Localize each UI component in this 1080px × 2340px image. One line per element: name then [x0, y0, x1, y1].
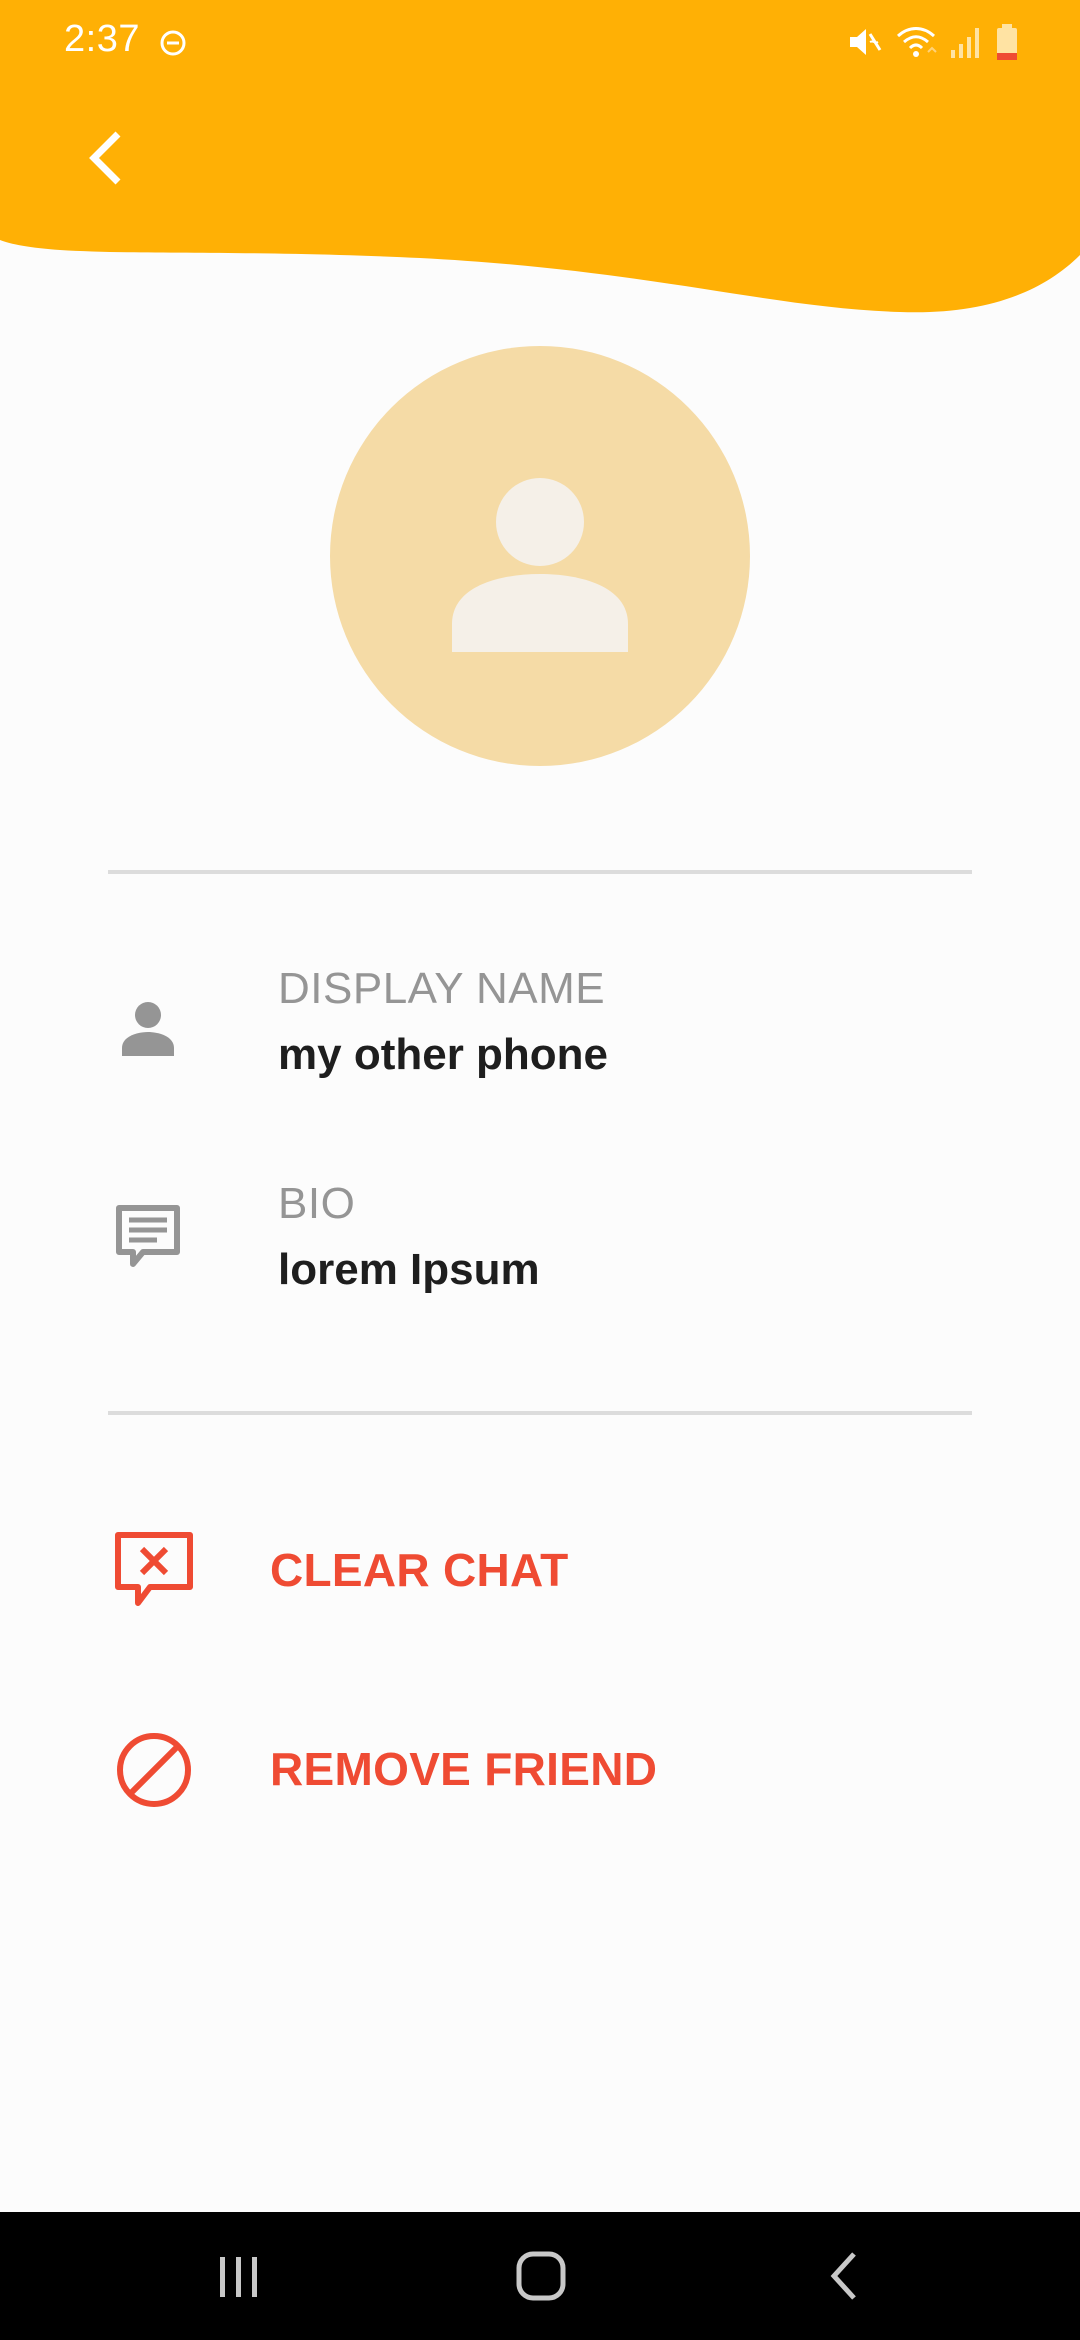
recents-icon	[220, 2257, 257, 2297]
display-name-row: DISPLAY NAME my other phone	[0, 960, 1080, 1100]
battery-low-icon	[997, 24, 1017, 60]
back-button[interactable]	[70, 122, 142, 194]
display-name-label: DISPLAY NAME	[278, 964, 606, 1013]
recents-button[interactable]	[194, 2236, 284, 2316]
home-button[interactable]	[496, 2236, 586, 2316]
bio-label: BIO	[278, 1179, 356, 1228]
message-icon	[116, 1205, 180, 1267]
divider	[108, 870, 972, 874]
system-back-button[interactable]	[800, 2236, 890, 2316]
do-not-disturb-icon	[160, 30, 186, 56]
bio-value: lorem Ipsum	[278, 1245, 540, 1294]
bio-icon-wrap	[110, 1200, 186, 1276]
remove-friend-button[interactable]: REMOVE FRIEND	[0, 1714, 1080, 1824]
chevron-left-icon	[89, 131, 121, 185]
person-icon	[122, 1002, 174, 1056]
mute-icon	[850, 29, 882, 55]
clear-chat-label: CLEAR CHAT	[270, 1544, 569, 1596]
wifi-icon	[896, 27, 937, 57]
back-icon	[830, 2252, 856, 2300]
divider	[108, 1411, 972, 1415]
status-bar: 2:37	[0, 0, 1080, 84]
status-icons	[844, 20, 1020, 64]
remove-friend-icon-wrap	[112, 1728, 196, 1812]
remove-friend-label: REMOVE FRIEND	[270, 1743, 658, 1795]
avatar	[330, 346, 750, 766]
signal-icon	[951, 28, 979, 58]
clear-chat-icon-wrap	[112, 1529, 196, 1613]
bio-row: BIO lorem Ipsum	[0, 1175, 1080, 1315]
status-time: 2:37	[64, 18, 140, 60]
chat-clear-icon	[115, 1532, 193, 1606]
display-name-value: my other phone	[278, 1030, 609, 1079]
display-name-icon-wrap	[110, 990, 186, 1066]
clear-chat-button[interactable]: CLEAR CHAT	[0, 1515, 1080, 1625]
person-icon	[452, 478, 628, 652]
home-icon	[516, 2251, 566, 2301]
block-icon	[117, 1733, 191, 1807]
system-nav-bar	[0, 2212, 1080, 2340]
